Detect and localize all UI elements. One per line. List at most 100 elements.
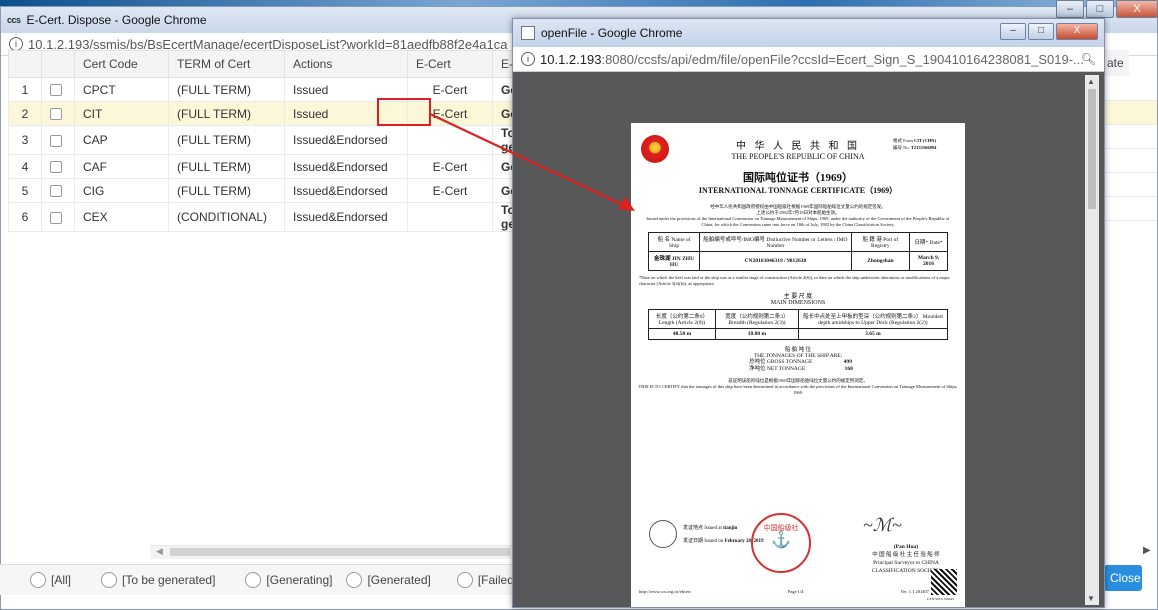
radio-icon[interactable] bbox=[101, 572, 118, 588]
filter-failed[interactable]: [Failed] bbox=[456, 572, 517, 588]
tonnage-zh: 船 舶 吨 位 bbox=[784, 347, 812, 353]
maximize-icon[interactable]: □ bbox=[1028, 23, 1054, 40]
header-ecert[interactable]: E-Cert bbox=[407, 50, 493, 78]
tonnage-values: 总吨位 GROSS TONNAGE 499 净吨位 NET TONNAGE 16… bbox=[749, 359, 965, 373]
radio-icon[interactable] bbox=[346, 572, 363, 588]
scroll-left-icon[interactable]: ◀ bbox=[156, 546, 163, 557]
header-date-fragment: ate bbox=[1105, 50, 1129, 76]
radio-icon[interactable] bbox=[245, 572, 262, 588]
row-checkbox-cell bbox=[41, 101, 75, 126]
cert-code: CAP bbox=[74, 125, 169, 155]
ecert-link[interactable]: E-Cert bbox=[407, 154, 493, 179]
ecert-link[interactable]: E-Cert bbox=[407, 178, 493, 203]
filter-label: [All] bbox=[51, 573, 72, 587]
net-label: 净吨位 NET TONNAGE bbox=[749, 366, 806, 372]
row-number: 3 bbox=[8, 125, 42, 155]
minimize-icon[interactable]: – bbox=[1056, 0, 1084, 18]
table-row[interactable]: 4CAF(FULL TERM)Issued&EndorsedE-CertGene… bbox=[8, 154, 570, 179]
certificate-page: 中 华 人 民 共 和 国 THE PEOPLE'S REPUBLIC OF C… bbox=[631, 123, 965, 607]
scroll-thumb[interactable] bbox=[1088, 89, 1096, 209]
signature: ~ℳ~ bbox=[863, 515, 902, 535]
action: Issued&Endorsed bbox=[284, 178, 408, 203]
info-icon[interactable]: i bbox=[9, 37, 23, 51]
radio-icon[interactable] bbox=[30, 572, 46, 588]
dims-breadth: 10.80 m bbox=[715, 328, 799, 340]
dims-depth: 3.65 m bbox=[797, 328, 949, 340]
utn-text: UTN:S019-708445 bbox=[927, 597, 955, 601]
popup-vertical-scrollbar[interactable]: ▲ ▼ bbox=[1085, 75, 1099, 605]
filter-generating[interactable]: [Generating] bbox=[245, 572, 332, 588]
main-window-title: E-Cert. Dispose - Google Chrome bbox=[26, 13, 207, 27]
table-row[interactable]: 1CPCT(FULL TERM)IssuedE-CertGenerat bbox=[8, 77, 570, 102]
row-checkbox[interactable] bbox=[50, 161, 62, 174]
header-term[interactable]: TERM of Cert bbox=[168, 50, 285, 78]
openfile-popup-window: openFile - Google Chrome – □ X i 10.1.2.… bbox=[512, 18, 1105, 608]
scroll-down-icon[interactable]: ▼ bbox=[1087, 594, 1095, 603]
row-checkbox-cell bbox=[41, 202, 75, 232]
close-window-icon[interactable]: X bbox=[1116, 0, 1158, 18]
table-row[interactable]: 2CIT(FULL TERM)IssuedE-CertGenerat bbox=[8, 101, 570, 126]
table-row[interactable]: 5CIG(FULL TERM)Issued&EndorsedE-CertGene… bbox=[8, 178, 570, 203]
radio-icon[interactable] bbox=[456, 572, 473, 588]
term-of-cert: (CONDITIONAL) bbox=[168, 202, 285, 232]
dims-length-label: 长度（公约第二条8） Length (Article 2(8)) bbox=[647, 309, 717, 329]
no-label: 编号 No. bbox=[893, 145, 910, 150]
row-line bbox=[1103, 77, 1157, 101]
gross-value: 499 bbox=[843, 359, 852, 365]
dims-depth-label: 船长中点处至上甲板的型深（公约规则第二条2） Moulded depth ami… bbox=[797, 309, 949, 329]
certify-en: THIS IS TO CERTIFY that the tonnages of … bbox=[638, 384, 958, 395]
footer-ver: Ver. 1.1 201407 bbox=[900, 589, 930, 594]
table-row[interactable]: 6CEX(CONDITIONAL)Issued&EndorsedTo be ge… bbox=[8, 202, 570, 232]
ship-date: March 9, 2016 bbox=[909, 251, 948, 271]
filter-to-be-generated[interactable]: [To be generated] bbox=[101, 572, 215, 588]
row-checkbox-cell bbox=[41, 154, 75, 179]
doc-footer: http://www.ccs.org.cn/ebcert Page 1/4 Ve… bbox=[639, 589, 929, 594]
main-window-controls: – □ X bbox=[1056, 0, 1158, 18]
row-line bbox=[1103, 149, 1157, 173]
scroll-up-icon[interactable]: ▲ bbox=[1087, 77, 1095, 86]
filter-all[interactable]: [All] bbox=[30, 572, 71, 588]
qr-code-icon bbox=[931, 569, 957, 595]
form-value: CIT (CHN) bbox=[914, 138, 937, 143]
dims-zh: 主 要 尺 度 bbox=[783, 294, 813, 300]
ccs-anchor-seal-icon bbox=[649, 520, 677, 548]
maximize-icon[interactable]: □ bbox=[1086, 0, 1114, 18]
ecert-link bbox=[407, 202, 493, 232]
table-row[interactable]: 3CAP(FULL TERM)Issued&EndorsedTo be gene bbox=[8, 125, 570, 155]
net-value: 160 bbox=[844, 366, 853, 372]
footer-url: http://www.ccs.org.cn/ebcert bbox=[639, 589, 691, 594]
row-checkbox-cell bbox=[41, 77, 75, 102]
row-checkbox[interactable] bbox=[50, 134, 62, 147]
term-of-cert: (FULL TERM) bbox=[168, 154, 285, 179]
info-icon[interactable]: i bbox=[521, 52, 535, 66]
no-value: T2155566894 bbox=[910, 145, 937, 150]
scroll-thumb[interactable] bbox=[170, 548, 510, 556]
filter-label: [To be generated] bbox=[122, 573, 216, 587]
row-checkbox[interactable] bbox=[50, 84, 62, 97]
scroll-right-icon[interactable]: ▶ bbox=[1143, 545, 1151, 556]
ccs-red-stamp: 中国船级社 ⚓ bbox=[751, 513, 811, 573]
popup-url-path[interactable]: :8080/ccsfs/api/edm/file/openFile?ccsId=… bbox=[601, 52, 1083, 67]
row-checkbox[interactable] bbox=[50, 185, 62, 198]
term-of-cert: (FULL TERM) bbox=[168, 101, 285, 126]
close-window-icon[interactable]: X bbox=[1056, 23, 1098, 40]
popup-url-host[interactable]: 10.1.2.193 bbox=[540, 52, 601, 67]
minimize-icon[interactable]: – bbox=[1000, 23, 1026, 40]
row-number: 2 bbox=[8, 101, 42, 126]
header-cert-code[interactable]: Cert Code bbox=[74, 50, 169, 78]
close-button[interactable]: Close bbox=[1104, 565, 1142, 591]
popup-window-controls: – □ X bbox=[1000, 23, 1098, 40]
signer-name: (Pan Hua) bbox=[893, 544, 919, 550]
zoom-icon[interactable]: 🔍︎ bbox=[1081, 52, 1096, 66]
term-of-cert: (FULL TERM) bbox=[168, 125, 285, 155]
gross-label: 总吨位 GROSS TONNAGE bbox=[749, 359, 813, 365]
term-of-cert: (FULL TERM) bbox=[168, 77, 285, 102]
popup-address-bar[interactable]: i 10.1.2.193:8080/ccsfs/api/edm/file/ope… bbox=[513, 47, 1104, 72]
row-checkbox[interactable] bbox=[50, 108, 62, 121]
row-number: 5 bbox=[8, 178, 42, 203]
horizontal-scrollbar[interactable]: ◀ bbox=[150, 545, 515, 559]
row-checkbox[interactable] bbox=[50, 211, 62, 224]
filter-generated[interactable]: [Generated] bbox=[346, 572, 431, 588]
cert-title-block: 国际吨位证书（1969） INTERNATIONAL TONNAGE CERTI… bbox=[631, 169, 965, 196]
header-actions[interactable]: Actions bbox=[284, 50, 408, 78]
